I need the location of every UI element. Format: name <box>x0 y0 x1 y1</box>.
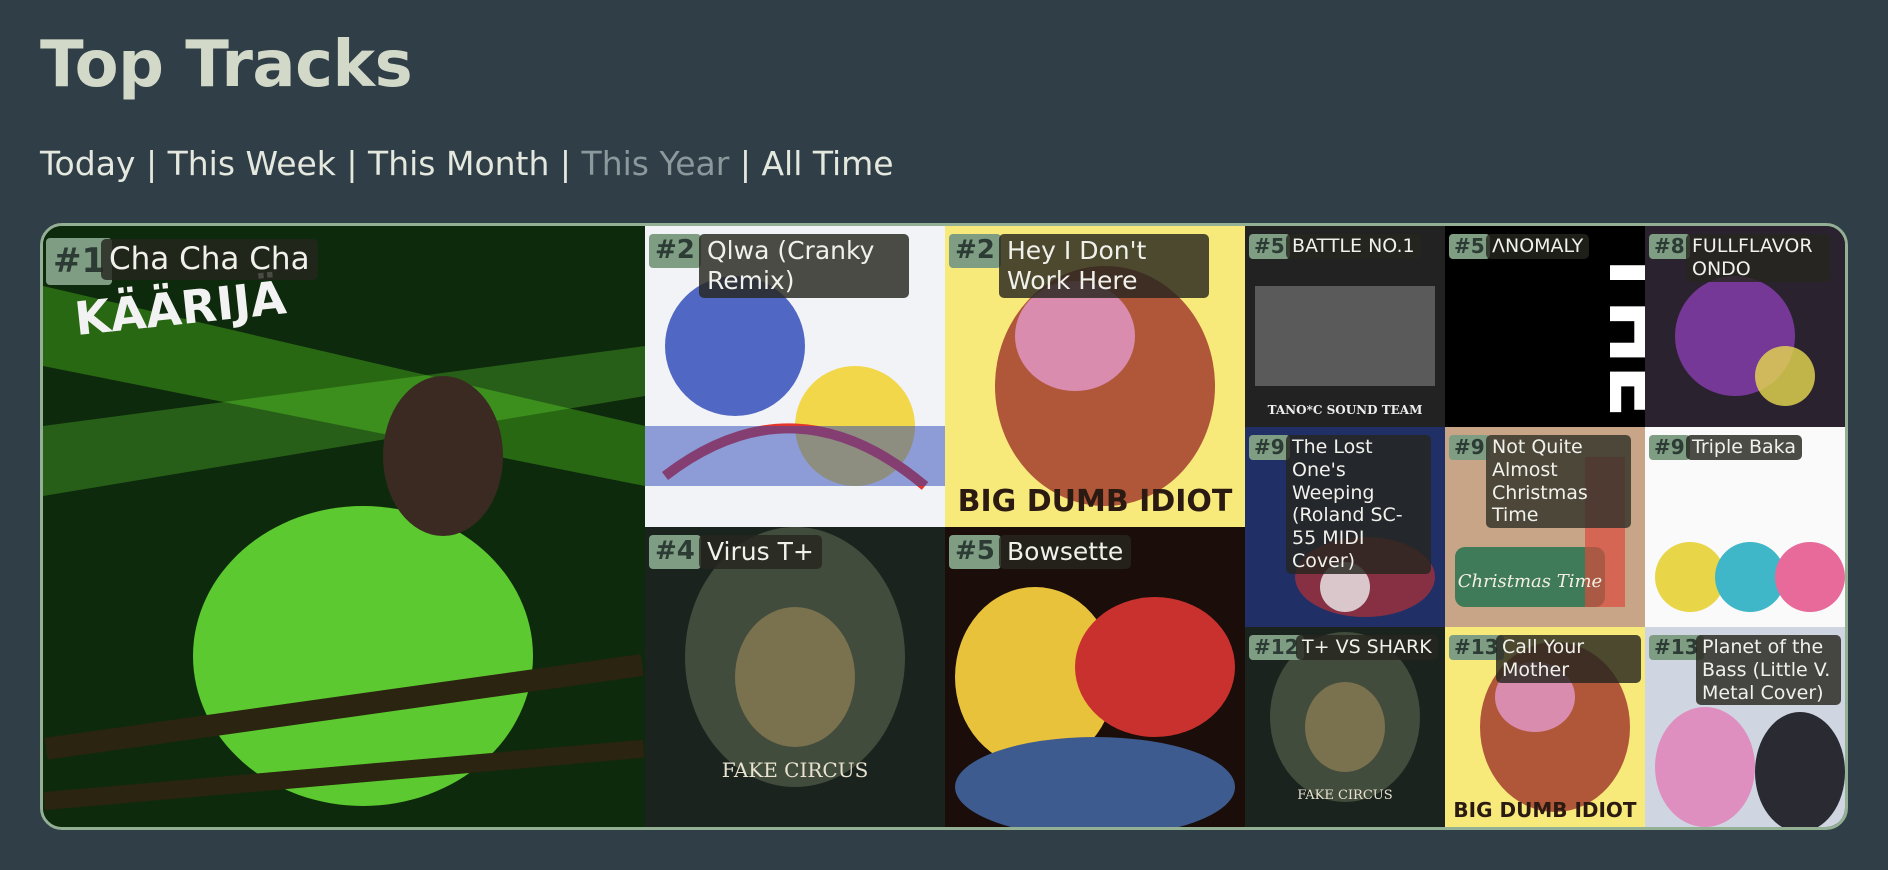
rank-badge: #5 <box>1449 234 1490 259</box>
track-title: Hey I Don't Work Here <box>999 234 1209 298</box>
track-tile[interactable]: #13 Planet of the Bass (Little V. Metal … <box>1645 627 1845 827</box>
track-tile[interactable]: FAKE CIRCUS #12 T+ VS SHARK <box>1245 627 1445 827</box>
period-this-year-link[interactable]: This Year <box>582 144 730 183</box>
track-title: Qlwa (Cranky Remix) <box>699 234 909 298</box>
track-tile[interactable]: FAKE CIRCUS #4 Virus T+ <box>645 527 945 827</box>
rank-badge: #8 <box>1649 234 1690 259</box>
rank-badge: #9 <box>1249 435 1290 460</box>
rank-badge: #2 <box>949 234 1001 268</box>
track-tile[interactable]: KÄÄRIJÄ #1 Cha Cha Cha <box>43 226 645 827</box>
album-cover-art <box>945 527 1245 827</box>
track-title: Not Quite Almost Christmas Time <box>1486 435 1631 529</box>
period-separator: | <box>739 144 751 183</box>
track-title: Triple Baka <box>1686 435 1802 460</box>
track-tile[interactable]: THE BOSS #5 ΛNOMALY <box>1445 226 1645 427</box>
cover-lettering: BIG DUMB IDIOT <box>1453 798 1637 822</box>
track-tile[interactable]: BIG DUMB IDIOT #2 Hey I Don't Work Here <box>945 226 1245 527</box>
track-title: Call Your Mother <box>1496 635 1641 683</box>
track-tile[interactable]: #8 FULLFLAVOR ONDO <box>1645 226 1845 427</box>
rank-badge: #9 <box>1649 435 1690 460</box>
track-title: T+ VS SHARK <box>1296 635 1438 660</box>
period-filter: Today | This Week | This Month | This Ye… <box>40 144 894 183</box>
rank-badge: #4 <box>649 535 701 569</box>
album-cover-art: FAKE CIRCUS <box>645 527 945 827</box>
top-tracks-grid: KÄÄRIJÄ #1 Cha Cha Cha #2 Qlwa (Cranky R… <box>40 223 1848 830</box>
track-tile[interactable]: BIG DUMB IDIOT #13 Call Your Mother <box>1445 627 1645 827</box>
track-tile[interactable]: #9 Triple Baka <box>1645 427 1845 627</box>
rank-badge: #2 <box>649 234 701 268</box>
track-title: Virus T+ <box>699 535 822 569</box>
track-tile[interactable]: Christmas Time #9 Not Quite Almost Chris… <box>1445 427 1645 627</box>
track-tile[interactable]: #5 Bowsette <box>945 527 1245 827</box>
track-tile[interactable]: #9 The Lost One's Weeping (Roland SC-55 … <box>1245 427 1445 627</box>
track-title: The Lost One's Weeping (Roland SC-55 MID… <box>1286 435 1431 574</box>
cover-lettering: BIG DUMB IDIOT <box>958 484 1233 519</box>
track-title: Planet of the Bass (Little V. Metal Cove… <box>1696 635 1841 706</box>
cover-lettering: FAKE CIRCUS <box>1297 788 1392 803</box>
cover-lettering: THE BOSS <box>1591 246 1645 427</box>
period-this-week-link[interactable]: This Week <box>168 144 336 183</box>
period-today-link[interactable]: Today <box>40 144 135 183</box>
track-title: ΛNOMALY <box>1486 234 1590 259</box>
period-separator: | <box>346 144 358 183</box>
page-title: Top Tracks <box>40 28 413 102</box>
track-title: FULLFLAVOR ONDO <box>1686 234 1831 282</box>
period-this-month-link[interactable]: This Month <box>368 144 549 183</box>
track-title: Bowsette <box>999 535 1132 569</box>
cover-lettering: FAKE CIRCUS <box>722 758 869 782</box>
rank-badge: #5 <box>1249 234 1290 259</box>
period-separator: | <box>145 144 158 183</box>
track-title: BATTLE NO.1 <box>1286 234 1421 259</box>
period-separator: | <box>559 144 572 183</box>
track-tile[interactable]: #2 Qlwa (Cranky Remix) <box>645 226 945 527</box>
cover-lettering: Christmas Time <box>1458 571 1602 592</box>
track-tile[interactable]: TANO*C SOUND TEAM #5 BATTLE NO.1 <box>1245 226 1445 427</box>
period-all-time-link[interactable]: All Time <box>761 144 893 183</box>
rank-badge: #5 <box>949 535 1001 569</box>
cover-lettering: TANO*C SOUND TEAM <box>1268 403 1423 417</box>
track-title: Cha Cha Cha <box>101 239 318 281</box>
rank-badge: #9 <box>1449 435 1490 460</box>
album-cover-art: KÄÄRIJÄ <box>43 226 645 827</box>
